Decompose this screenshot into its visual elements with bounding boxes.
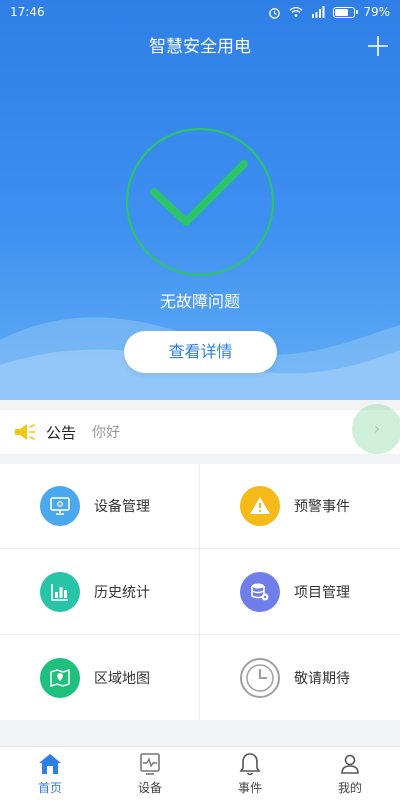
megaphone-icon: [15, 424, 36, 440]
header-hero: 17:46 79% 智慧安全用电 无故障问题 查看详情: [0, 0, 400, 400]
feature-grid: 设备管理 预警事件 历史统计 项目管理 区域地图 敬请期待: [0, 464, 400, 720]
nav-label: 事件: [237, 781, 262, 795]
database-gear-icon: [240, 571, 280, 612]
battery-icon: [333, 6, 359, 18]
notice-title: 公告: [46, 423, 77, 442]
warning-icon: [240, 486, 280, 526]
nav-label: 我的: [337, 781, 362, 795]
notice-bar[interactable]: 公告 你好: [0, 410, 400, 454]
menu-project-management[interactable]: 项目管理: [200, 549, 400, 635]
view-details-button[interactable]: 查看详情: [124, 331, 277, 373]
user-icon: [341, 754, 359, 774]
nav-home[interactable]: 首页: [0, 747, 100, 800]
plus-icon: [368, 36, 388, 56]
notice-message: 你好: [92, 425, 121, 441]
page-title: 智慧安全用电: [149, 37, 251, 57]
menu-history-stats[interactable]: 历史统计: [0, 549, 200, 635]
status-bar: 17:46 79%: [0, 0, 400, 24]
device-monitor-icon: [40, 486, 80, 526]
nav-label: 设备: [137, 781, 162, 795]
nav-events[interactable]: 事件: [200, 747, 300, 800]
device-pulse-icon: [140, 753, 160, 775]
menu-area-map[interactable]: 区域地图: [0, 635, 200, 720]
add-button[interactable]: [364, 32, 392, 60]
menu-label: 设备管理: [94, 499, 150, 515]
chevron-right-icon: ›: [373, 419, 381, 438]
nav-device[interactable]: 设备: [100, 747, 200, 800]
menu-coming-soon[interactable]: 敬请期待: [200, 635, 400, 720]
nav-label: 首页: [37, 781, 62, 795]
bar-chart-icon: [40, 571, 80, 612]
home-icon: [39, 754, 61, 774]
menu-label: 区域地图: [94, 670, 150, 687]
menu-label: 敬请期待: [294, 670, 350, 687]
bottom-nav: 首页 设备 事件 我的: [0, 746, 400, 800]
battery-percent: 79%: [363, 5, 390, 19]
wifi-icon: [289, 6, 303, 17]
clock-icon: [240, 657, 280, 698]
status-text: 无故障问题: [159, 292, 240, 311]
nav-mine[interactable]: 我的: [300, 747, 400, 800]
status-time: 17:46: [10, 5, 45, 19]
bell-icon: [239, 753, 261, 776]
menu-warning-events[interactable]: 预警事件: [200, 464, 400, 549]
ok-check-icon: [125, 127, 275, 277]
menu-device-management[interactable]: 设备管理: [0, 464, 200, 549]
notice-arrow-button[interactable]: ›: [352, 404, 400, 454]
alarm-icon: [269, 7, 281, 19]
signal-icon: [312, 6, 325, 18]
menu-label: 项目管理: [294, 584, 350, 601]
menu-label: 预警事件: [294, 499, 350, 515]
menu-label: 历史统计: [94, 584, 150, 601]
status-icons: 79%: [268, 5, 390, 19]
map-pin-icon: [40, 657, 80, 698]
